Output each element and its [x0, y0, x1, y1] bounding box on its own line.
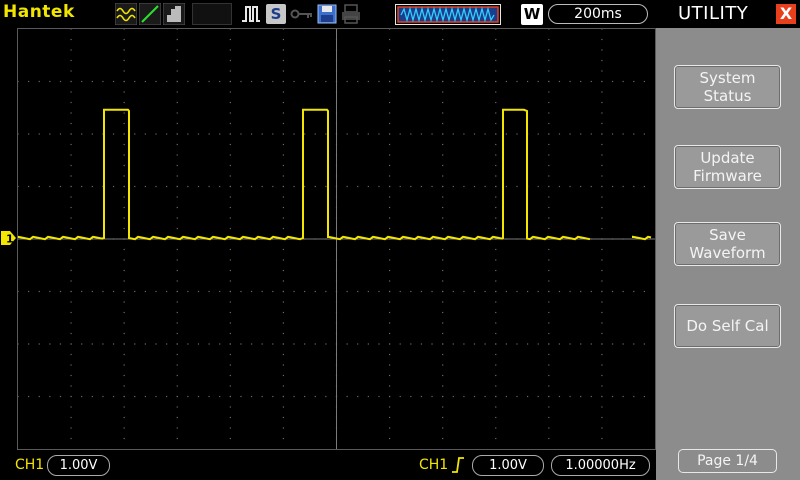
trigger-rising-edge-icon	[451, 456, 465, 478]
update-firmware-button[interactable]: Update Firmware	[674, 145, 781, 189]
memory-window-icon	[395, 3, 501, 25]
utility-menu-panel: UTILITY X System Status Update Firmware …	[656, 0, 800, 480]
page-indicator[interactable]: Page 1/4	[678, 449, 777, 473]
key-lock-icon	[290, 3, 314, 25]
ch1-level-marker-icon[interactable]: 1	[0, 230, 17, 250]
trigger-slope-icon[interactable]	[139, 3, 161, 25]
waveform-screen	[17, 28, 656, 450]
ch1-scale[interactable]: 1.00V	[47, 455, 110, 476]
top-status-bar: Hantek S W 200ms	[0, 0, 656, 28]
bottom-status-bar: CH1 1.00V CH1 1.00V 1.00000Hz	[0, 450, 656, 480]
ch1-waveform-trace	[18, 108, 652, 241]
trigger-level[interactable]: 1.00V	[472, 455, 544, 476]
timebase-display[interactable]: 200ms	[548, 4, 648, 24]
channel-waveform-icon[interactable]	[115, 3, 137, 25]
self-calibration-button[interactable]: Do Self Cal	[674, 304, 781, 348]
svg-text:1: 1	[6, 233, 14, 246]
mode-indicator-box	[192, 3, 232, 25]
save-disk-icon	[316, 3, 338, 25]
ch1-label: CH1	[15, 457, 45, 473]
print-icon	[340, 3, 362, 25]
menu-title: UTILITY	[678, 3, 749, 24]
trigger-source-label: CH1	[419, 457, 449, 473]
acquire-mode-icon[interactable]	[163, 3, 185, 25]
brand-logo: Hantek	[3, 2, 75, 22]
memory-window-badge: W	[521, 4, 543, 25]
stop-status-badge: S	[266, 4, 286, 24]
pulse-trigger-icon	[240, 3, 262, 25]
save-waveform-button[interactable]: Save Waveform	[674, 222, 781, 266]
frequency-readout: 1.00000Hz	[551, 455, 650, 476]
system-status-button[interactable]: System Status	[674, 65, 781, 109]
close-menu-button[interactable]: X	[776, 4, 796, 24]
menu-title-bar: UTILITY X	[656, 0, 800, 28]
